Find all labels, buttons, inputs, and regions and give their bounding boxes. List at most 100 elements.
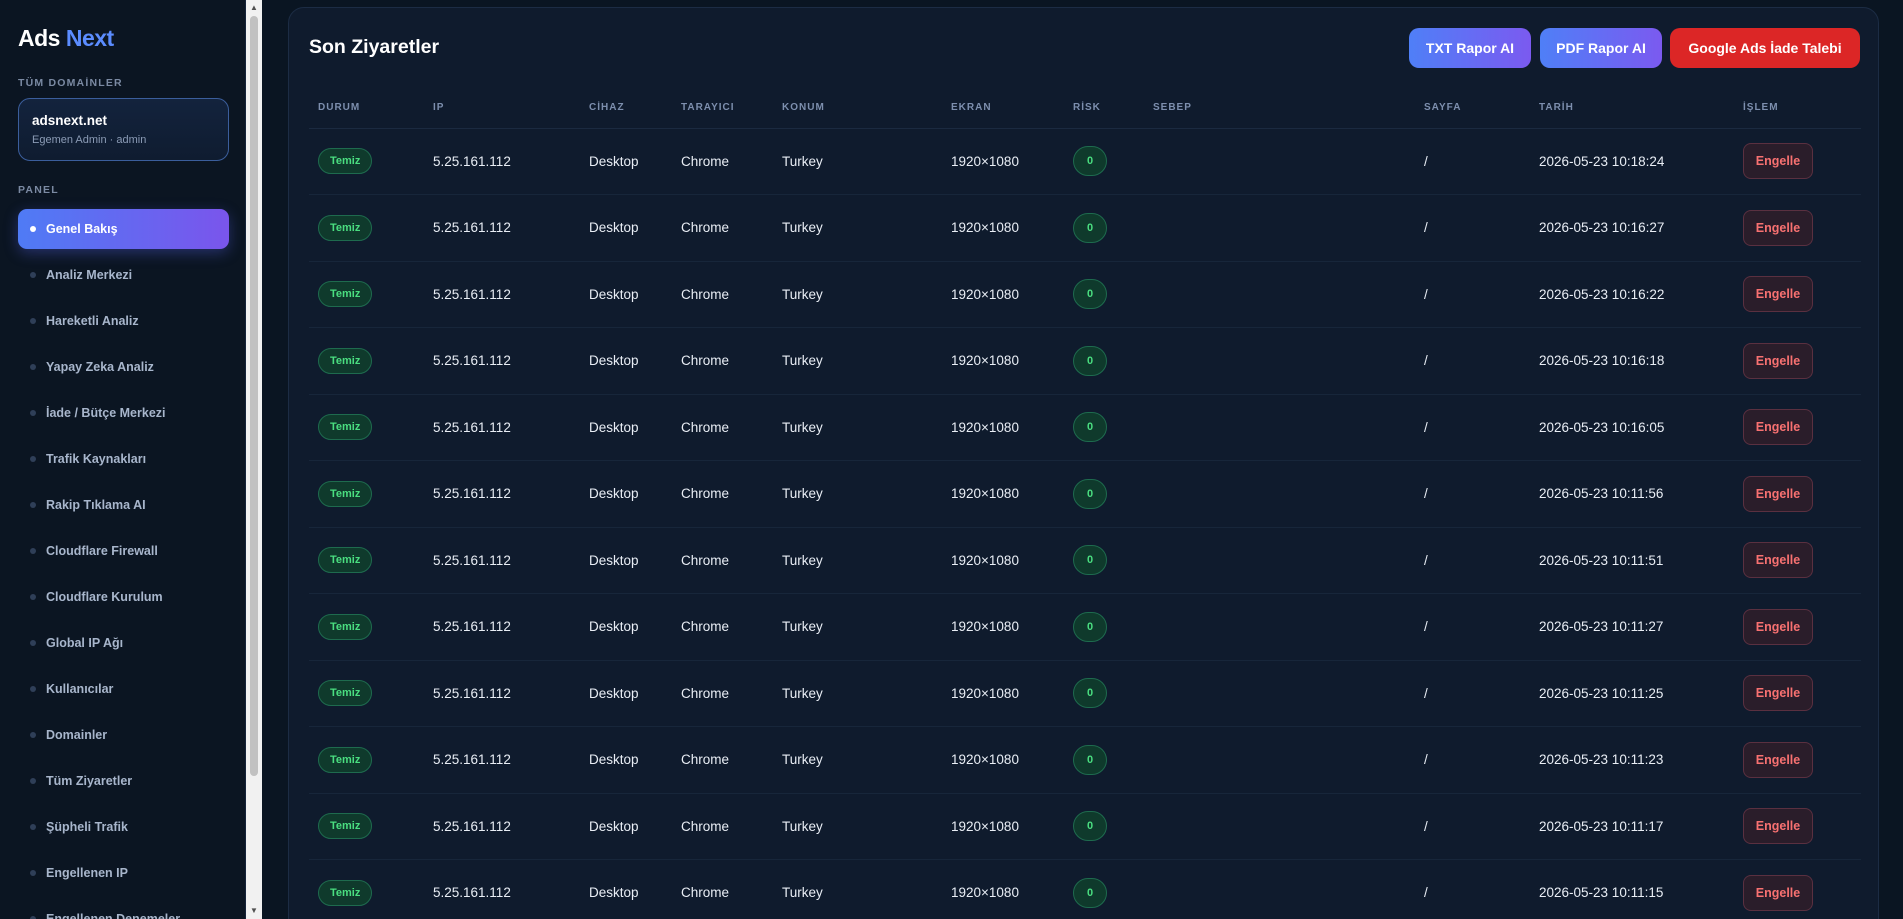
column-header: IP: [424, 87, 580, 129]
sidebar-item[interactable]: Yapay Zeka Analiz: [18, 347, 229, 387]
cell-location: Turkey: [773, 394, 942, 461]
app-logo[interactable]: Ads Next: [18, 25, 114, 52]
sidebar-item[interactable]: Engellenen IP: [18, 853, 229, 893]
txt-report-button[interactable]: TXT Rapor AI: [1409, 28, 1531, 68]
cell-risk: 0: [1064, 128, 1144, 195]
scroll-up-arrow-icon[interactable]: ▲: [246, 0, 262, 16]
cell-risk: 0: [1064, 593, 1144, 661]
status-badge: Temiz: [318, 148, 373, 175]
sidebar-item[interactable]: Hareketli Analiz: [18, 301, 229, 341]
bullet-dot-icon: [30, 364, 36, 370]
cell-action: Engelle: [1734, 460, 1861, 528]
cell-status: Temiz: [309, 261, 424, 328]
column-header: CİHAZ: [580, 87, 672, 129]
bullet-dot-icon: [30, 272, 36, 278]
cell-risk: 0: [1064, 660, 1144, 727]
block-ip-button[interactable]: Engelle: [1743, 209, 1813, 246]
sidebar-item[interactable]: Şüpheli Trafik: [18, 807, 229, 847]
cell-screen: 1920×1080: [942, 261, 1064, 328]
cell-status: Temiz: [309, 793, 424, 860]
status-badge: Temiz: [318, 746, 373, 773]
table-row: Temiz 5.25.161.112 Desktop Chrome Turkey 1920…: [309, 128, 1861, 195]
block-ip-button[interactable]: Engelle: [1743, 741, 1813, 778]
cell-date: 2026-05-23 10:11:25: [1530, 660, 1734, 727]
cell-screen: 1920×1080: [942, 726, 1064, 794]
recent-visits-panel: Son Ziyaretler TXT Rapor AI PDF Rapor AI…: [288, 7, 1879, 919]
status-badge: Temiz: [318, 547, 373, 574]
risk-score-badge: 0: [1073, 744, 1107, 775]
sidebar-item[interactable]: Global IP Ağı: [18, 623, 229, 663]
scrollbar-thumb[interactable]: [250, 16, 258, 776]
table-row: Temiz 5.25.161.112 Desktop Chrome Turkey 1920…: [309, 327, 1861, 395]
sidebar-item-label: Hareketli Analiz: [46, 314, 139, 328]
sidebar-item-label: Engellenen IP: [46, 866, 128, 880]
block-ip-button[interactable]: Engelle: [1743, 874, 1813, 911]
cell-browser: Chrome: [672, 593, 773, 661]
block-ip-button[interactable]: Engelle: [1743, 808, 1813, 845]
sidebar-item[interactable]: Tüm Ziyaretler: [18, 761, 229, 801]
bullet-dot-icon: [30, 870, 36, 876]
column-header: SAYFA: [1415, 87, 1530, 129]
cell-page: /: [1415, 793, 1530, 860]
sidebar-item[interactable]: Kullanıcılar: [18, 669, 229, 709]
cell-ip: 5.25.161.112: [424, 128, 580, 195]
sidebar-item[interactable]: Analiz Merkezi: [18, 255, 229, 295]
status-badge: Temiz: [318, 281, 373, 308]
bullet-dot-icon: [30, 594, 36, 600]
cell-page: /: [1415, 261, 1530, 328]
table-row: Temiz 5.25.161.112 Desktop Chrome Turkey 1920…: [309, 527, 1861, 594]
cell-action: Engelle: [1734, 793, 1861, 860]
block-ip-button[interactable]: Engelle: [1743, 143, 1813, 180]
bullet-dot-icon: [30, 502, 36, 508]
pdf-report-button[interactable]: PDF Rapor AI: [1540, 28, 1662, 68]
panel-section-label: PANEL: [18, 184, 59, 196]
cell-risk: 0: [1064, 460, 1144, 528]
sidebar-item[interactable]: Trafik Kaynakları: [18, 439, 229, 479]
cell-device: Desktop: [580, 793, 672, 860]
bullet-dot-icon: [30, 778, 36, 784]
table-row: Temiz 5.25.161.112 Desktop Chrome Turkey 1920…: [309, 793, 1861, 860]
cell-status: Temiz: [309, 128, 424, 195]
sidebar-item[interactable]: Engellenen Denemeler: [18, 899, 229, 919]
scroll-down-arrow-icon[interactable]: ▼: [246, 903, 262, 919]
bullet-dot-icon: [30, 640, 36, 646]
column-header: SEBEP: [1144, 87, 1415, 129]
cell-device: Desktop: [580, 394, 672, 461]
sidebar-item-label: Yapay Zeka Analiz: [46, 360, 154, 374]
risk-score-badge: 0: [1073, 811, 1107, 842]
risk-score-badge: 0: [1073, 678, 1107, 709]
cell-reason: [1144, 793, 1415, 860]
block-ip-button[interactable]: Engelle: [1743, 342, 1813, 379]
block-ip-button[interactable]: Engelle: [1743, 542, 1813, 579]
sidebar-item[interactable]: Genel Bakış: [18, 209, 229, 249]
domain-selector[interactable]: adsnext.net Egemen Admin · admin: [18, 98, 229, 161]
block-ip-button[interactable]: Engelle: [1743, 409, 1813, 446]
cell-browser: Chrome: [672, 394, 773, 461]
column-header: TARİH: [1530, 87, 1734, 129]
logo-text-next: Next: [65, 25, 114, 51]
cell-page: /: [1415, 194, 1530, 262]
sidebar-item[interactable]: Cloudflare Kurulum: [18, 577, 229, 617]
cell-status: Temiz: [309, 859, 424, 919]
page-scrollbar[interactable]: ▲ ▼: [246, 0, 262, 919]
sidebar-item[interactable]: Rakip Tıklama AI: [18, 485, 229, 525]
cell-ip: 5.25.161.112: [424, 394, 580, 461]
risk-score-badge: 0: [1073, 545, 1107, 576]
google-ads-refund-button[interactable]: Google Ads İade Talebi: [1670, 28, 1860, 68]
cell-risk: 0: [1064, 261, 1144, 328]
sidebar-item-label: Rakip Tıklama AI: [46, 498, 146, 512]
sidebar-item[interactable]: Cloudflare Firewall: [18, 531, 229, 571]
block-ip-button[interactable]: Engelle: [1743, 608, 1813, 645]
table-row: Temiz 5.25.161.112 Desktop Chrome Turkey 1920…: [309, 726, 1861, 794]
block-ip-button[interactable]: Engelle: [1743, 475, 1813, 512]
cell-risk: 0: [1064, 327, 1144, 395]
block-ip-button[interactable]: Engelle: [1743, 276, 1813, 313]
cell-page: /: [1415, 128, 1530, 195]
cell-reason: [1144, 527, 1415, 594]
cell-browser: Chrome: [672, 460, 773, 528]
cell-ip: 5.25.161.112: [424, 593, 580, 661]
sidebar-item[interactable]: İade / Bütçe Merkezi: [18, 393, 229, 433]
table-row: Temiz 5.25.161.112 Desktop Chrome Turkey 1920…: [309, 593, 1861, 661]
block-ip-button[interactable]: Engelle: [1743, 675, 1813, 712]
sidebar-item[interactable]: Domainler: [18, 715, 229, 755]
